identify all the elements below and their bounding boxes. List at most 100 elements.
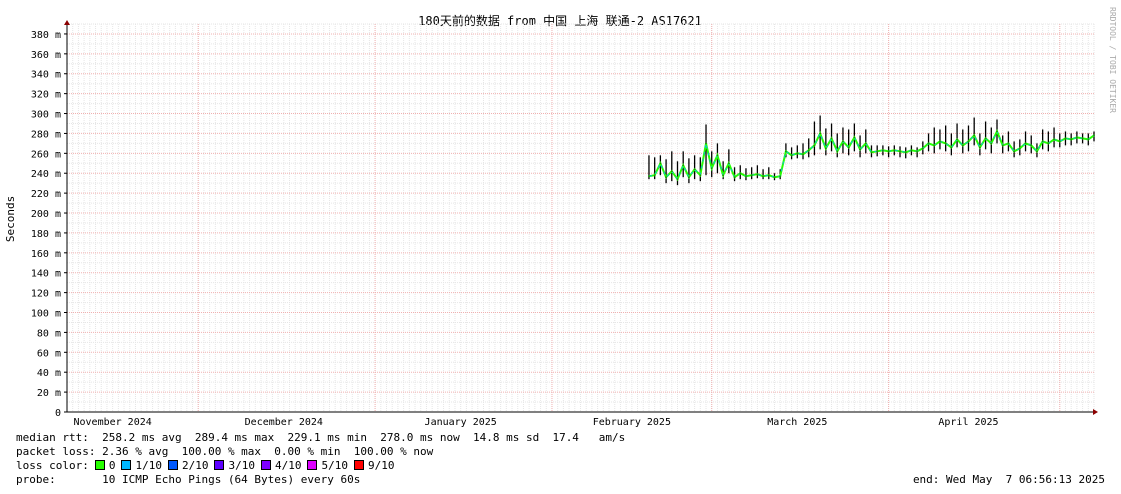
median-rtt-point: [916, 150, 919, 153]
median-rtt-point: [853, 136, 856, 139]
median-rtt-point: [1064, 137, 1067, 140]
median-rtt-point: [830, 137, 833, 140]
median-rtt-point: [665, 176, 667, 179]
median-rtt-point: [973, 134, 976, 137]
median-rtt-point: [990, 142, 993, 145]
probe-label: probe:: [16, 473, 56, 486]
x-tick-label: April 2025: [938, 417, 998, 428]
median-rtt-point: [842, 140, 844, 143]
loss-color-swatch-label: 3/10: [228, 459, 255, 472]
probe-value: 10 ICMP Echo Pings (64 Bytes) every 60s: [102, 473, 361, 486]
median-rtt-point: [682, 164, 685, 167]
median-rtt-point: [813, 144, 816, 147]
median-rtt-point: [876, 150, 879, 153]
median-rtt-point: [1024, 142, 1027, 145]
median-rtt-point: [847, 146, 850, 149]
y-tick-label: 240 m: [31, 169, 61, 180]
median-rtt-point: [716, 154, 719, 157]
median-rtt-point: [785, 150, 787, 153]
x-tick-label: November 2024: [74, 417, 152, 428]
end-timestamp: end: Wed May 7 06:56:13 2025: [912, 473, 1105, 486]
median-rtt-point: [870, 151, 873, 154]
median-rtt-point: [790, 154, 793, 157]
median-rtt-point: [1001, 144, 1004, 147]
median-rtt-point: [921, 147, 924, 150]
median-rtt-point: [893, 149, 896, 152]
median-rtt-point: [1030, 144, 1033, 147]
median-rtt-point: [693, 168, 696, 171]
median-rtt-point: [864, 142, 867, 145]
median-rtt-point: [1041, 140, 1044, 143]
median-rtt-point: [722, 174, 725, 177]
median-rtt-label: median rtt:: [16, 431, 89, 444]
median-rtt-point: [1013, 150, 1016, 153]
x-tick-label: February 2025: [593, 417, 671, 428]
median-rtt-point: [727, 162, 730, 165]
median-rtt-point: [824, 147, 827, 150]
y-tick-label: 80 m: [37, 328, 61, 339]
packet-loss-row: packet loss: 2.36 % avg 100.00 % max 0.0…: [16, 445, 433, 459]
loss-color-swatch-label: 0: [108, 459, 116, 472]
latency-chart: 180天前的数据 from 中国 上海 联通-2 AS17621 Seconds…: [4, 7, 1117, 428]
y-tick-label: 20 m: [37, 388, 61, 399]
loss-color-swatch: [167, 460, 178, 470]
median-rtt-point: [819, 132, 822, 135]
median-rtt-point: [710, 167, 713, 170]
y-tick-label: 280 m: [31, 129, 61, 140]
loss-color-row: loss color: 0 1/10 2/10 3/10 4/10 5/10 9/10: [16, 459, 394, 473]
median-rtt-point: [933, 144, 936, 147]
y-tick-label: 160 m: [31, 249, 61, 260]
median-rtt-point: [756, 173, 759, 176]
median-rtt-point: [802, 153, 804, 156]
y-tick-label: 100 m: [31, 309, 61, 320]
median-rtt-point: [1053, 138, 1055, 141]
y-tick-label: 60 m: [37, 348, 61, 359]
median-rtt-point: [1058, 140, 1061, 143]
median-rtt-point: [807, 149, 810, 152]
loss-color-swatch: [214, 460, 225, 470]
median-rtt-point: [1087, 138, 1090, 141]
median-rtt-point: [676, 178, 679, 181]
y-tick-label: 140 m: [31, 269, 61, 280]
packet-loss-values: 2.36 % avg 100.00 % max 0.00 % min 100.0…: [102, 445, 434, 458]
median-rtt-point: [1007, 142, 1010, 145]
watermark: RRDTOOL / TOBI OETIKER: [1108, 7, 1117, 113]
loss-color-swatch: [121, 460, 132, 470]
y-tick-label: 220 m: [31, 189, 61, 200]
loss-color-swatch: [260, 460, 271, 470]
minor-grid: [66, 23, 1095, 412]
median-rtt-point: [779, 175, 782, 178]
y-axis: 0 20 m 40 m 60 m 80 m 100 m 120 m 140 m 160 m 180…: [31, 30, 67, 419]
median-rtt-point: [1036, 150, 1038, 153]
median-rtt-point: [1075, 136, 1078, 139]
loss-color-swatch-label: 1/10: [135, 459, 162, 472]
median-rtt-point: [836, 150, 839, 153]
median-rtt-point: [859, 148, 861, 151]
y-tick-label: 360 m: [31, 50, 61, 61]
y-tick-label: 40 m: [37, 368, 61, 379]
median-rtt-point: [956, 138, 958, 141]
median-rtt-point: [910, 149, 913, 152]
y-tick-label: 120 m: [31, 289, 61, 300]
median-rtt-point: [1047, 142, 1050, 145]
median-rtt-point: [1093, 134, 1095, 137]
loss-color-label: loss color:: [16, 459, 89, 472]
median-rtt-point: [648, 175, 650, 178]
y-axis-arrow: [64, 20, 70, 25]
y-tick-label: 200 m: [31, 209, 61, 220]
median-rtt-point: [762, 175, 764, 178]
median-rtt-point: [899, 150, 901, 153]
y-tick-label: 300 m: [31, 110, 61, 121]
median-rtt-point: [1070, 138, 1073, 141]
x-axis: November 2024 December 2024 January 2025 Fe…: [74, 417, 999, 428]
median-rtt-point: [967, 140, 970, 143]
y-tick-label: 180 m: [31, 229, 61, 240]
x-tick-label: December 2024: [245, 417, 323, 428]
loss-color-swatch-label: 2/10: [181, 459, 209, 472]
median-rtt-point: [739, 172, 742, 175]
loss-color-swatch: [307, 460, 318, 470]
median-rtt-point: [881, 149, 884, 152]
median-rtt-point: [927, 142, 930, 145]
median-rtt-point: [939, 140, 941, 143]
y-tick-label: 260 m: [31, 149, 61, 160]
